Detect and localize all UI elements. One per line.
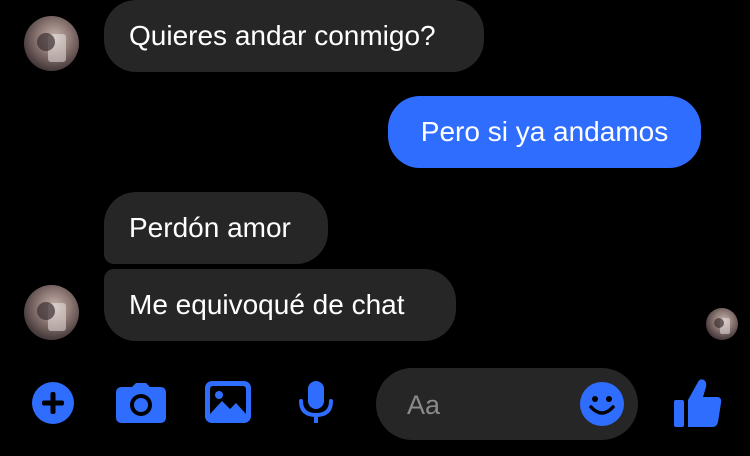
smiley-icon[interactable] — [580, 382, 624, 431]
camera-icon[interactable] — [116, 383, 166, 428]
message-text: Perdón amor — [129, 212, 291, 243]
message-text: Quieres andar conmigo? — [129, 20, 436, 51]
message-bubble-outgoing[interactable]: Pero si ya andamos — [388, 96, 701, 168]
contact-avatar[interactable] — [24, 16, 79, 71]
plus-circle-icon[interactable] — [32, 382, 74, 429]
microphone-icon[interactable] — [298, 381, 334, 430]
message-bubble-incoming[interactable]: Perdón amor — [104, 192, 328, 264]
contact-avatar[interactable] — [24, 285, 79, 340]
message-bubble-incoming[interactable]: Quieres andar conmigo? — [104, 0, 484, 72]
thumbs-up-icon[interactable] — [674, 378, 722, 433]
image-icon[interactable] — [205, 381, 251, 428]
message-bubble-incoming[interactable]: Me equivoqué de chat — [104, 269, 456, 341]
message-text: Pero si ya andamos — [420, 116, 669, 147]
read-receipt-avatar — [706, 308, 738, 340]
message-text: Me equivoqué de chat — [129, 289, 405, 320]
message-input[interactable]: Aa — [376, 368, 638, 440]
message-input-placeholder: Aa — [407, 390, 441, 420]
